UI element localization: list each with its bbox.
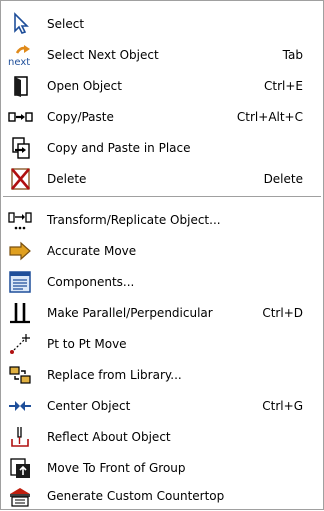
point-to-point-icon <box>7 332 33 356</box>
menu-item-label: Replace from Library... <box>47 368 182 382</box>
parallel-perpendicular-icon <box>7 301 33 325</box>
copy-paste-icon <box>7 105 33 129</box>
countertop-icon <box>7 484 33 508</box>
delete-icon <box>7 167 33 191</box>
select-next-icon: next <box>7 43 33 67</box>
menu-item-pt-to-pt-move[interactable]: Pt to Pt Move <box>1 329 323 359</box>
menu-item-label: Copy/Paste <box>47 110 114 124</box>
menu-item-components[interactable]: Components... <box>1 267 323 297</box>
menu-item-accurate-move[interactable]: Accurate Move <box>1 236 323 266</box>
menu-item-label: Transform/Replicate Object... <box>47 213 221 227</box>
reflect-icon <box>7 425 33 449</box>
menu-item-reflect-about-object[interactable]: Reflect About Object <box>1 422 323 452</box>
menu-item-label: Components... <box>47 275 135 289</box>
components-icon <box>7 270 33 294</box>
menu-item-label: Accurate Move <box>47 244 137 258</box>
menu-item-transform-replicate-object[interactable]: Transform/Replicate Object... <box>1 205 323 235</box>
menu-item-shortcut: Ctrl+D <box>262 306 303 320</box>
menu-item-shortcut: Ctrl+E <box>264 79 303 93</box>
menu-item-label: Select <box>47 17 85 31</box>
cursor-arrow-icon <box>7 12 33 36</box>
menu-item-label: Make Parallel/Perpendicular <box>47 306 213 320</box>
menu-item-open-object[interactable]: Open Object Ctrl+E <box>1 71 323 101</box>
menu-item-replace-from-library[interactable]: Replace from Library... <box>1 360 323 390</box>
menu-item-label: Delete <box>47 172 87 186</box>
menu-separator <box>3 196 321 198</box>
paste-in-place-icon <box>7 136 33 160</box>
menu-item-make-parallel-perpendicular[interactable]: Make Parallel/Perpendicular Ctrl+D <box>1 298 323 328</box>
menu-item-label: Pt to Pt Move <box>47 337 127 351</box>
arrow-right-icon <box>7 239 33 263</box>
center-object-icon <box>7 394 33 418</box>
open-door-icon <box>7 74 33 98</box>
menu-item-center-object[interactable]: Center Object Ctrl+G <box>1 391 323 421</box>
menu-item-label: Center Object <box>47 399 131 413</box>
replace-library-icon <box>7 363 33 387</box>
menu-item-label: Select Next Object <box>47 48 159 62</box>
transform-replicate-icon <box>7 208 33 232</box>
menu-item-generate-custom-countertop[interactable]: Generate Custom Countertop <box>1 481 323 511</box>
menu-item-shortcut: Ctrl+Alt+C <box>236 110 303 124</box>
menu-item-label: Open Object <box>47 79 122 93</box>
move-to-front-icon <box>7 456 33 480</box>
select-next-icon-text: next <box>8 57 30 67</box>
menu-item-copy-and-paste-in-place[interactable]: Copy and Paste in Place <box>1 133 323 163</box>
menu-item-shortcut: Ctrl+G <box>262 399 303 413</box>
menu-item-copy-paste[interactable]: Copy/Paste Ctrl+Alt+C <box>1 102 323 132</box>
menu-item-shortcut: Tab <box>282 48 303 62</box>
menu-item-move-to-front-of-group[interactable]: Move To Front of Group <box>1 453 323 483</box>
context-menu: Select next Select Next Object Tab Open … <box>0 0 324 510</box>
menu-item-shortcut: Delete <box>263 172 303 186</box>
menu-item-select[interactable]: Select <box>1 9 323 39</box>
menu-item-select-next-object[interactable]: next Select Next Object Tab <box>1 40 323 70</box>
menu-item-delete[interactable]: Delete Delete <box>1 164 323 194</box>
menu-item-label: Generate Custom Countertop <box>47 489 225 503</box>
menu-item-label: Reflect About Object <box>47 430 171 444</box>
menu-item-label: Copy and Paste in Place <box>47 141 191 155</box>
menu-item-label: Move To Front of Group <box>47 461 186 475</box>
